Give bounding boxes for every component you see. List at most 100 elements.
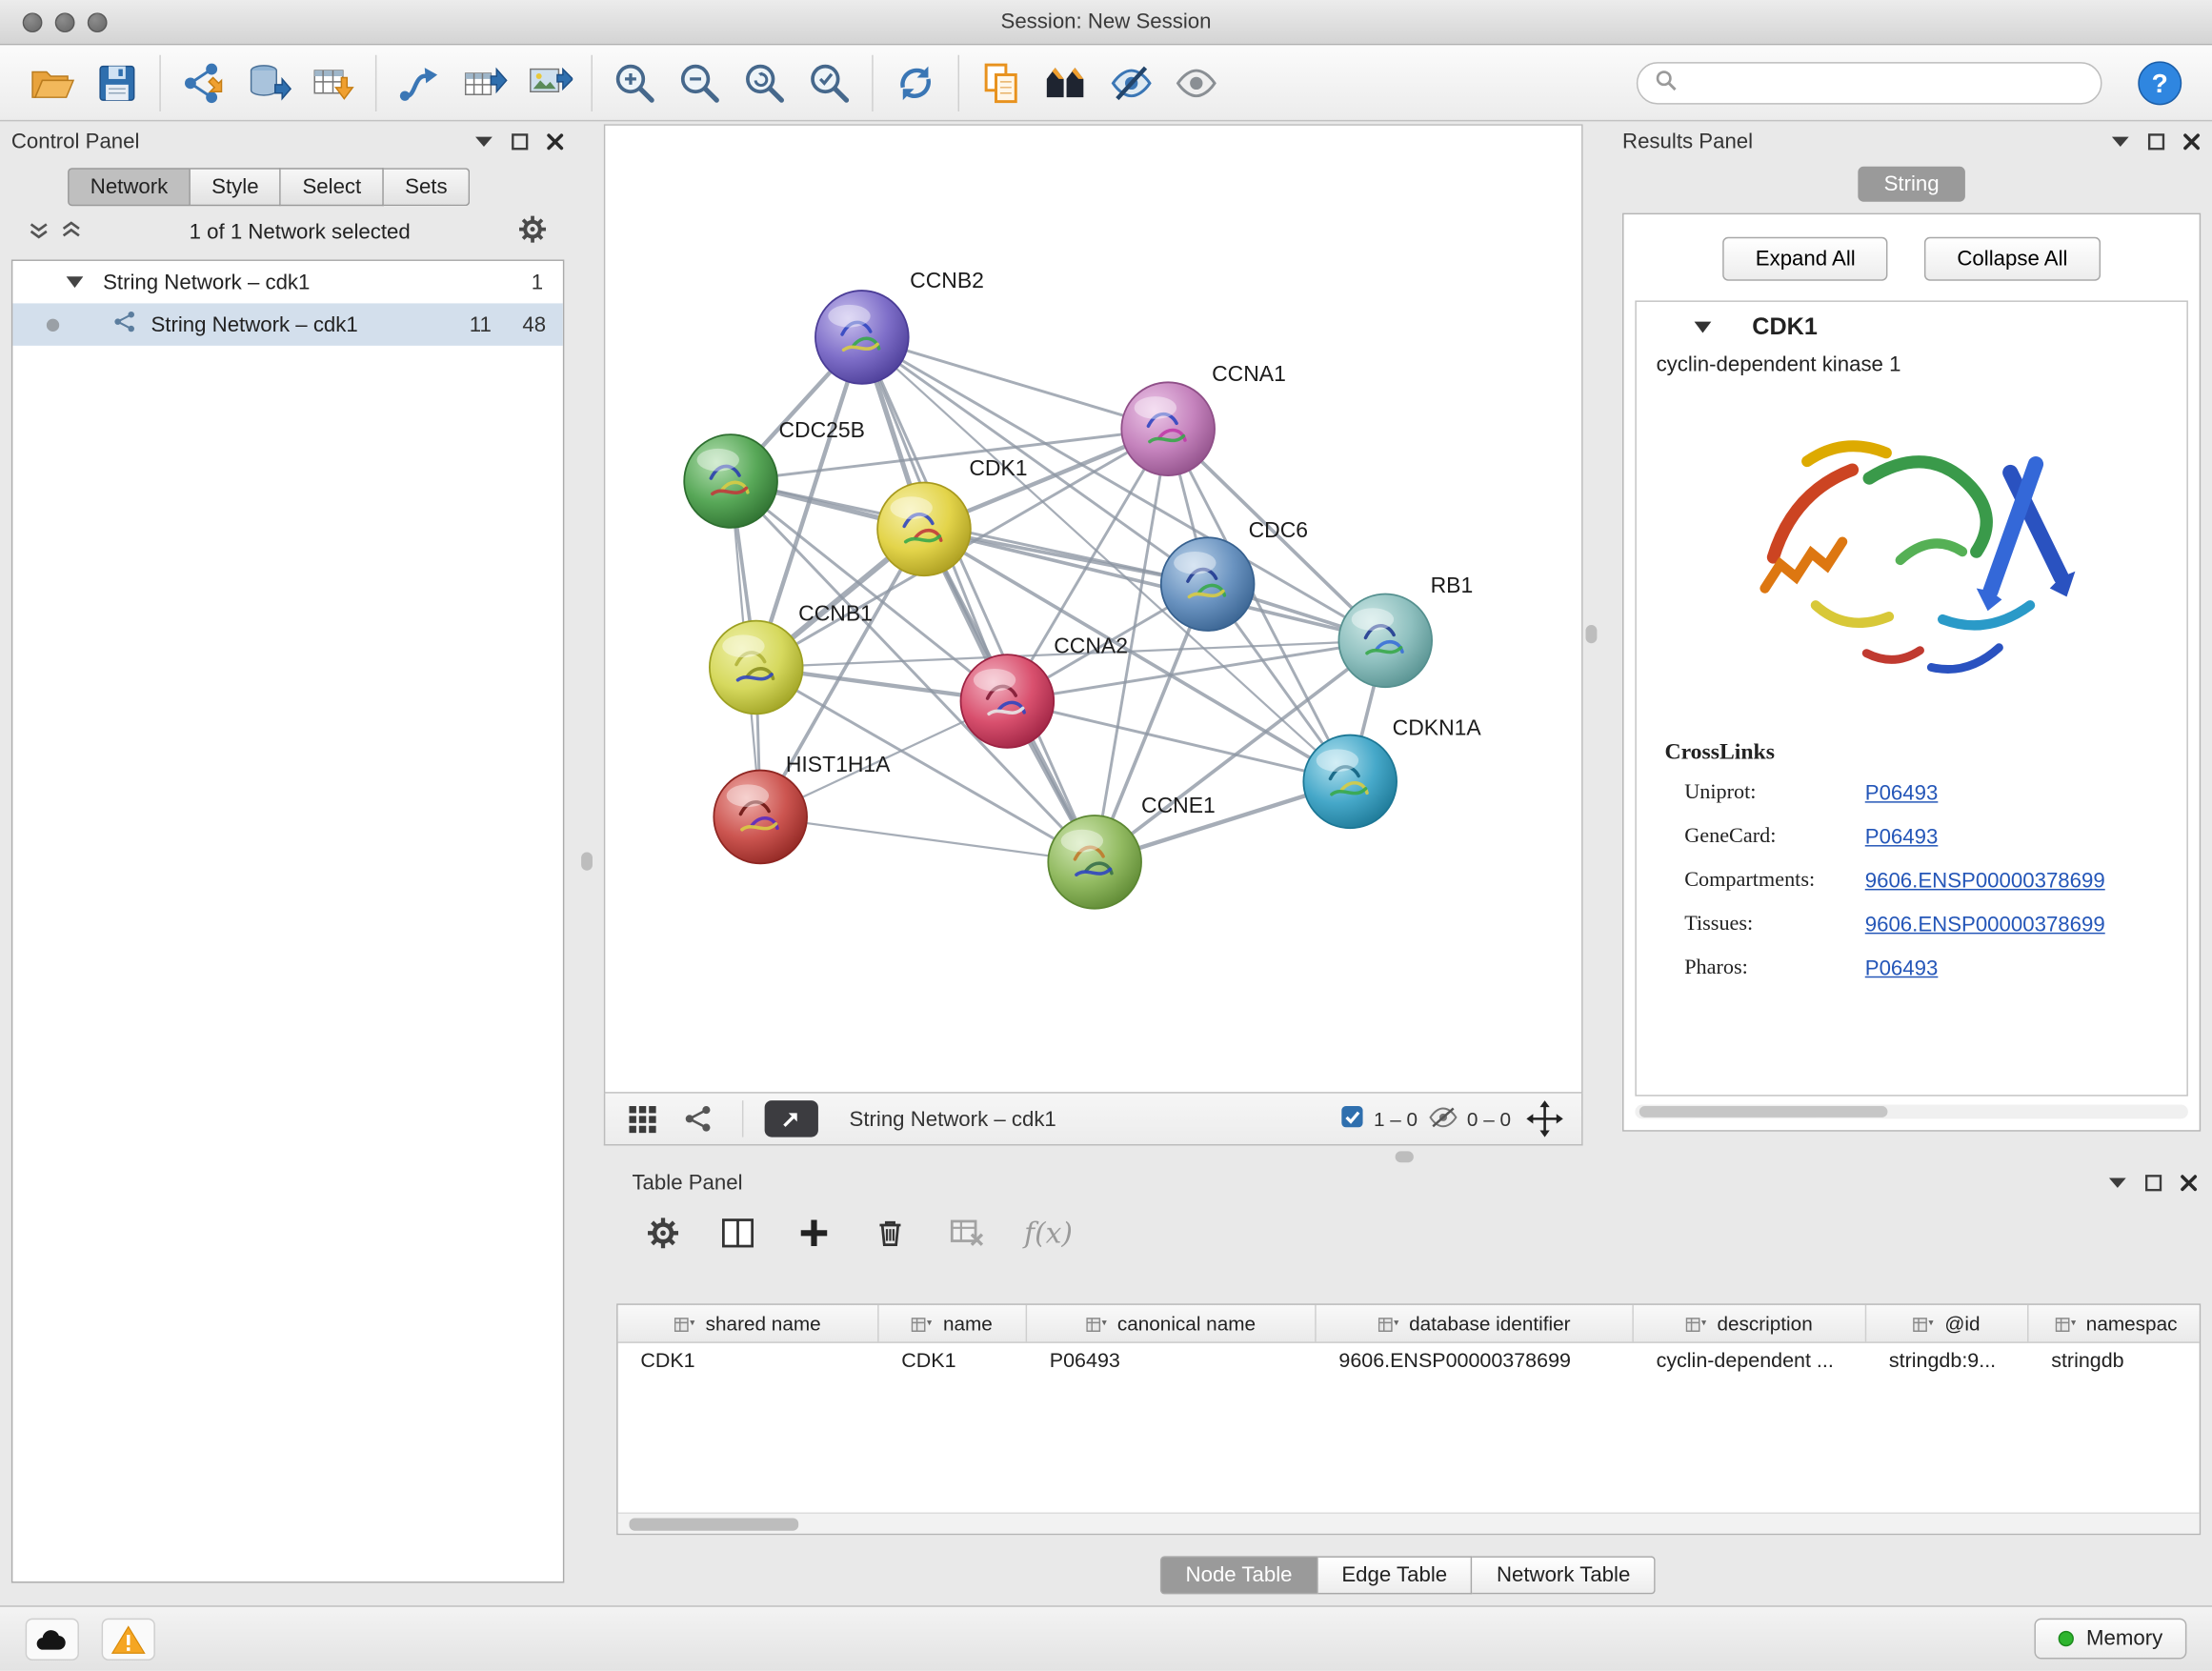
zoom-out-icon[interactable] bbox=[667, 49, 732, 116]
search-input[interactable] bbox=[1687, 71, 2083, 94]
section-collapse-icon[interactable] bbox=[1693, 316, 1713, 339]
network-canvas-svg[interactable]: CCNB2CCNA1CDC25BCDK1CDC6RB1CCNB1CCNA2CDK… bbox=[605, 126, 1581, 1092]
network-node-CCNA2[interactable] bbox=[960, 654, 1054, 748]
panel-menu-icon[interactable] bbox=[2107, 1176, 2127, 1190]
panel-menu-icon[interactable] bbox=[2110, 134, 2130, 149]
scrollbar-thumb[interactable] bbox=[1639, 1106, 1888, 1117]
panel-close-icon[interactable] bbox=[2180, 1173, 2198, 1191]
show-columns-icon[interactable] bbox=[719, 1215, 756, 1252]
apply-layout-icon[interactable] bbox=[883, 49, 948, 116]
expand-all-icon[interactable] bbox=[61, 219, 82, 243]
network-node-RB1[interactable] bbox=[1338, 594, 1432, 687]
column-header-name[interactable]: name bbox=[879, 1305, 1027, 1342]
share-network-icon[interactable] bbox=[675, 1097, 720, 1139]
network-options-gear-icon[interactable] bbox=[517, 214, 547, 249]
network-node-CCNB2[interactable] bbox=[815, 291, 909, 384]
results-horizontal-scrollbar[interactable] bbox=[1635, 1105, 2188, 1119]
crosslink-compartments-link[interactable]: 9606.ENSP00000378699 bbox=[1865, 859, 2105, 903]
crosslink-genecard-link[interactable]: P06493 bbox=[1865, 815, 1939, 859]
table-row[interactable]: CDK1 CDK1 P06493 9606.ENSP00000378699 cy… bbox=[618, 1343, 2200, 1381]
network-node-CCNB1[interactable] bbox=[710, 621, 803, 715]
show-graphics-icon[interactable] bbox=[1164, 49, 1229, 116]
network-node-CDKN1A[interactable] bbox=[1303, 735, 1397, 829]
network-edge-HIST1H1A-CCNE1[interactable] bbox=[760, 816, 1095, 861]
network-node-CDC25B[interactable] bbox=[684, 434, 777, 528]
collapse-all-button[interactable]: Collapse All bbox=[1924, 237, 2100, 281]
tree-expand-icon[interactable] bbox=[67, 271, 84, 294]
panel-float-icon[interactable] bbox=[2147, 131, 2165, 150]
tab-string-results[interactable]: String bbox=[1859, 167, 1964, 202]
new-network-from-table-icon[interactable] bbox=[452, 49, 516, 116]
memory-button[interactable]: Memory bbox=[2034, 1619, 2186, 1660]
column-header-shared-name[interactable]: shared name bbox=[618, 1305, 879, 1342]
pan-crosshair-icon[interactable] bbox=[1522, 1097, 1567, 1139]
function-builder-button[interactable]: f(x) bbox=[1024, 1217, 1073, 1251]
tab-node-table[interactable]: Node Table bbox=[1160, 1556, 1317, 1594]
network-edge-CCNA2-CDKN1A[interactable] bbox=[1007, 701, 1350, 781]
column-header-namespace[interactable]: namespac bbox=[2029, 1305, 2202, 1342]
expand-all-button[interactable]: Expand All bbox=[1723, 237, 1888, 281]
selected-checkbox-icon[interactable] bbox=[1339, 1105, 1363, 1134]
column-header-canonical-name[interactable]: canonical name bbox=[1027, 1305, 1317, 1342]
network-node-CCNA1[interactable] bbox=[1121, 382, 1215, 475]
network-node-CDC6[interactable] bbox=[1161, 537, 1255, 631]
warning-status-button[interactable] bbox=[102, 1618, 155, 1660]
import-network-database-icon[interactable] bbox=[235, 49, 300, 116]
panel-close-icon[interactable] bbox=[546, 131, 564, 150]
copy-document-icon[interactable] bbox=[969, 49, 1034, 116]
network-edge-CCNB2-CCNA1[interactable] bbox=[862, 337, 1168, 429]
zoom-fit-icon[interactable] bbox=[733, 49, 797, 116]
panel-close-icon[interactable] bbox=[2182, 131, 2201, 150]
column-header-description[interactable]: description bbox=[1634, 1305, 1866, 1342]
network-node-HIST1H1A[interactable] bbox=[714, 771, 807, 864]
horizontal-splitter-handle[interactable] bbox=[1396, 1151, 1414, 1162]
import-network-file-icon[interactable] bbox=[171, 49, 235, 116]
network-collection-row[interactable]: String Network – cdk1 1 bbox=[12, 261, 563, 303]
column-header-database-identifier[interactable]: database identifier bbox=[1317, 1305, 1634, 1342]
network-node-CDK1[interactable] bbox=[877, 482, 971, 575]
add-column-icon[interactable] bbox=[795, 1215, 833, 1252]
table-settings-gear-icon[interactable] bbox=[646, 1217, 680, 1251]
tab-network[interactable]: Network bbox=[68, 168, 191, 206]
tab-style[interactable]: Style bbox=[191, 168, 281, 206]
zoom-selected-icon[interactable] bbox=[797, 49, 862, 116]
network-row-selected[interactable]: String Network – cdk1 11 48 bbox=[12, 303, 563, 345]
right-splitter-handle[interactable] bbox=[1586, 625, 1598, 643]
tab-sets[interactable]: Sets bbox=[384, 168, 470, 206]
open-session-icon[interactable] bbox=[20, 49, 85, 116]
column-header-id[interactable]: @id bbox=[1866, 1305, 2028, 1342]
network-node-CCNE1[interactable] bbox=[1048, 815, 1141, 909]
open-in-window-button[interactable] bbox=[765, 1100, 818, 1137]
network-overview-icon[interactable] bbox=[1034, 49, 1098, 116]
cloud-status-button[interactable] bbox=[26, 1618, 79, 1660]
crosslink-pharos-link[interactable]: P06493 bbox=[1865, 947, 1939, 991]
table-horizontal-scrollbar[interactable] bbox=[618, 1513, 2200, 1534]
delete-column-icon[interactable] bbox=[872, 1215, 909, 1252]
panel-menu-icon[interactable] bbox=[474, 134, 494, 149]
window-minimize-button[interactable] bbox=[55, 12, 75, 32]
hidden-eye-icon[interactable] bbox=[1429, 1105, 1458, 1132]
tab-select[interactable]: Select bbox=[281, 168, 384, 206]
network-edge-CCNB2-CCNE1[interactable] bbox=[862, 337, 1095, 862]
gene-section-header[interactable]: CDK1 bbox=[1637, 302, 2187, 352]
import-table-icon[interactable] bbox=[300, 49, 365, 116]
hide-unhide-icon[interactable] bbox=[1099, 49, 1164, 116]
help-icon[interactable]: ? bbox=[2127, 49, 2192, 116]
crosslink-uniprot-link[interactable]: P06493 bbox=[1865, 772, 1939, 815]
tab-network-table[interactable]: Network Table bbox=[1473, 1556, 1656, 1594]
tab-edge-table[interactable]: Edge Table bbox=[1317, 1556, 1473, 1594]
panel-float-icon[interactable] bbox=[2144, 1173, 2162, 1191]
window-zoom-button[interactable] bbox=[88, 12, 108, 32]
new-network-icon[interactable] bbox=[387, 49, 452, 116]
panel-float-icon[interactable] bbox=[511, 131, 529, 150]
crosslink-row: GeneCard: P06493 bbox=[1637, 815, 2187, 859]
save-session-icon[interactable] bbox=[85, 49, 150, 116]
export-image-icon[interactable] bbox=[516, 49, 581, 116]
left-splitter-handle[interactable] bbox=[581, 852, 593, 870]
crosslink-tissues-link[interactable]: 9606.ENSP00000378699 bbox=[1865, 903, 2105, 947]
window-close-button[interactable] bbox=[23, 12, 43, 32]
grid-view-icon[interactable] bbox=[619, 1097, 664, 1139]
collapse-all-icon[interactable] bbox=[29, 219, 50, 243]
scrollbar-thumb[interactable] bbox=[629, 1518, 798, 1530]
zoom-in-icon[interactable] bbox=[602, 49, 667, 116]
